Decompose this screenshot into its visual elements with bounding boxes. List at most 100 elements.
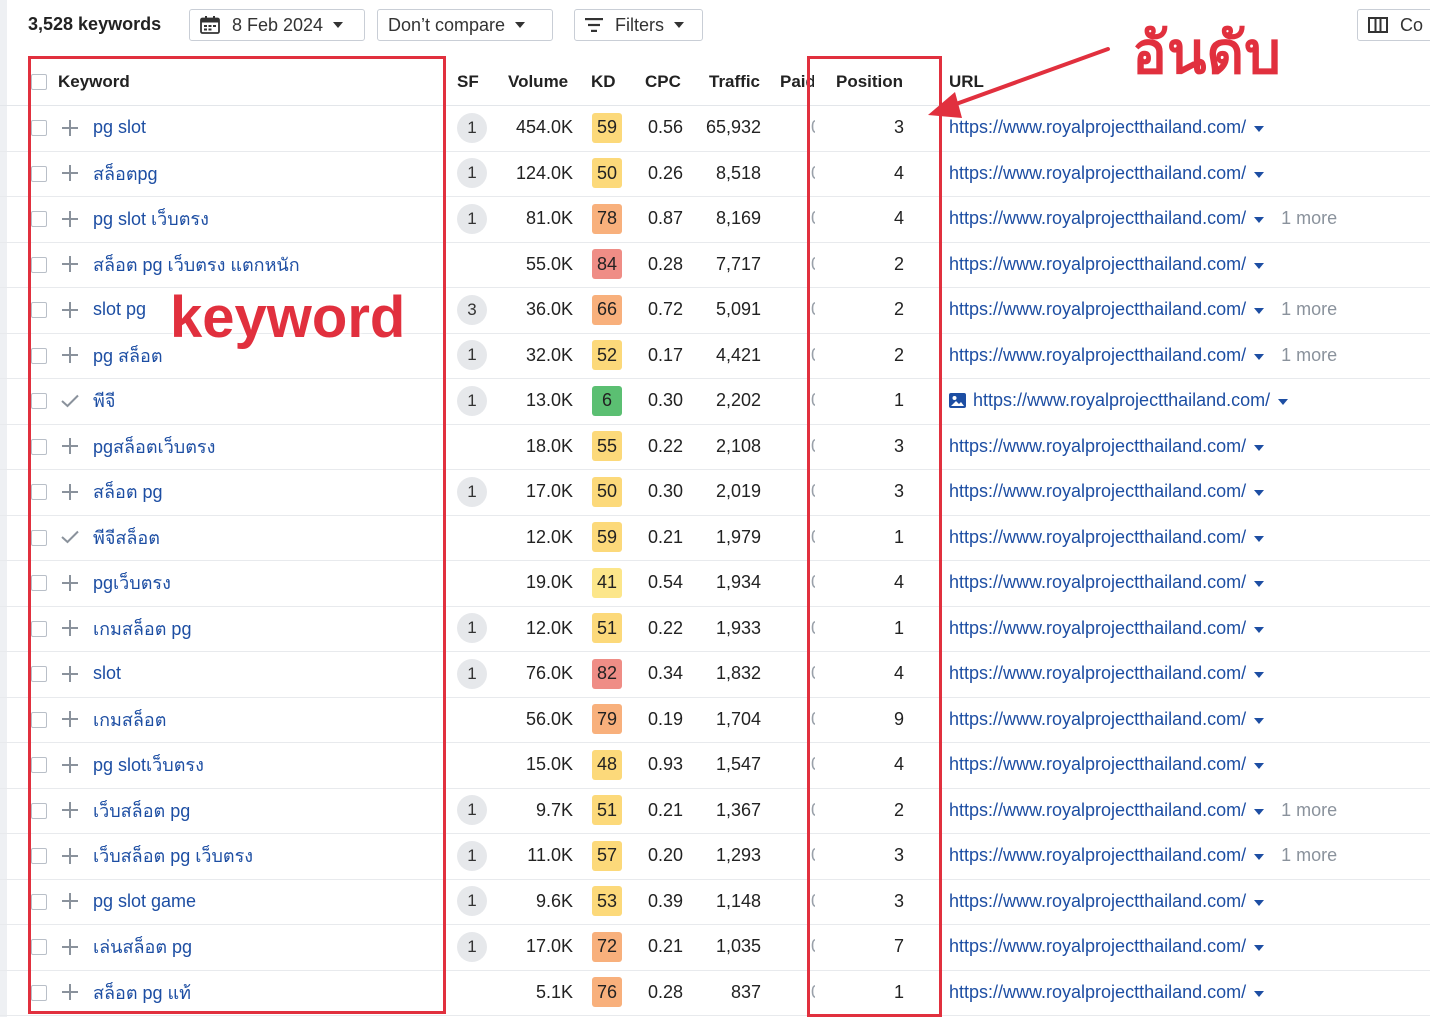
table-row[interactable]: slot176.0K820.341,83204https://www.royal…	[0, 651, 1430, 698]
check-icon[interactable]	[60, 515, 80, 560]
select-all-checkbox[interactable]	[31, 74, 47, 90]
url-link[interactable]: https://www.royalprojectthailand.com/	[949, 117, 1246, 138]
row-checkbox[interactable]	[31, 848, 47, 864]
column-header-paid[interactable]: Paid	[780, 72, 814, 92]
url-link[interactable]: https://www.royalprojectthailand.com/	[949, 754, 1246, 775]
url-dropdown-icon[interactable]	[1254, 945, 1265, 951]
row-checkbox[interactable]	[31, 757, 47, 773]
column-header-traffic[interactable]: Traffic	[709, 72, 760, 92]
add-keyword-icon[interactable]	[60, 833, 80, 878]
keyword-link[interactable]: slot	[93, 651, 121, 696]
keyword-link[interactable]: เว็บสล็อต pg	[93, 788, 190, 833]
keyword-link[interactable]: สล็อต pg	[93, 469, 163, 514]
url-dropdown-icon[interactable]	[1254, 808, 1265, 815]
table-row[interactable]: pg slot1454.0K590.5665,93203https://www.…	[0, 105, 1430, 152]
table-row[interactable]: เล่นสล็อต pg117.0K720.211,03507https://w…	[0, 924, 1430, 971]
more-urls-link[interactable]: 1 more	[1281, 845, 1337, 866]
add-keyword-icon[interactable]	[60, 742, 80, 787]
table-row[interactable]: เกมสล็อต pg112.0K510.221,93301https://ww…	[0, 606, 1430, 652]
column-header-keyword[interactable]: Keyword	[58, 72, 130, 92]
url-dropdown-icon[interactable]	[1254, 763, 1265, 769]
url-dropdown-icon[interactable]	[1254, 308, 1265, 314]
keyword-link[interactable]: สล็อต pg แท้	[93, 970, 191, 1015]
table-row[interactable]: พีจีสล็อต 12.0K 59 0.21 1,979 0 1 https://www.r…	[0, 515, 1430, 561]
keyword-link[interactable]: pg slotเว็บตรง	[93, 742, 204, 787]
url-dropdown-icon[interactable]	[1254, 171, 1265, 178]
row-checkbox[interactable]	[31, 256, 47, 273]
column-header-url[interactable]: URL	[949, 72, 984, 92]
url-link[interactable]: https://www.royalprojectthailand.com/	[949, 709, 1246, 730]
url-dropdown-icon[interactable]	[1254, 217, 1265, 223]
row-checkbox[interactable]	[31, 802, 47, 819]
table-row[interactable]: pg slot เว็บตรง181.0K780.878,16904https:…	[0, 196, 1430, 243]
url-dropdown-icon[interactable]	[1254, 490, 1265, 496]
add-keyword-icon[interactable]	[60, 879, 80, 924]
row-checkbox[interactable]	[31, 711, 47, 728]
keyword-link[interactable]: พีจีสล็อต	[93, 515, 160, 560]
add-keyword-icon[interactable]	[60, 697, 80, 742]
url-dropdown-icon[interactable]	[1254, 672, 1265, 678]
url-dropdown-icon[interactable]	[1254, 581, 1265, 587]
compare-dropdown[interactable]: Don’t compare	[377, 9, 553, 41]
row-checkbox[interactable]	[31, 438, 47, 455]
column-header-sf[interactable]: SF	[457, 72, 479, 92]
date-picker-button[interactable]: 8 Feb 2024	[189, 9, 365, 41]
url-link[interactable]: https://www.royalprojectthailand.com/	[949, 618, 1246, 639]
url-link[interactable]: https://www.royalprojectthailand.com/	[973, 390, 1270, 411]
table-row[interactable]: สล็อต pg เว็บตรง แตกหนัก 55.0K 84 0.28 7,717…	[0, 242, 1430, 288]
url-link[interactable]: https://www.royalprojectthailand.com/	[949, 800, 1246, 821]
row-checkbox[interactable]	[31, 620, 47, 637]
table-row[interactable]: pgเว็บตรง 19.0K 41 0.54 1,934 0 4 https://www.r…	[0, 560, 1430, 607]
url-dropdown-icon[interactable]	[1254, 717, 1265, 724]
keyword-link[interactable]: pgสล็อตเว็บตรง	[93, 424, 215, 469]
keyword-link[interactable]: pg slot	[93, 105, 146, 150]
add-keyword-icon[interactable]	[60, 560, 80, 605]
table-row[interactable]: pg slotเว็บตรง 15.0K 48 0.93 1,547 0 4 https://…	[0, 742, 1430, 789]
url-link[interactable]: https://www.royalprojectthailand.com/	[949, 481, 1246, 502]
more-urls-link[interactable]: 1 more	[1281, 800, 1337, 821]
more-urls-link[interactable]: 1 more	[1281, 208, 1337, 229]
url-link[interactable]: https://www.royalprojectthailand.com/	[949, 663, 1246, 684]
row-checkbox[interactable]	[31, 302, 47, 318]
add-keyword-icon[interactable]	[60, 196, 80, 241]
row-checkbox[interactable]	[31, 347, 47, 364]
url-link[interactable]: https://www.royalprojectthailand.com/	[949, 845, 1246, 866]
url-link[interactable]: https://www.royalprojectthailand.com/	[949, 891, 1246, 912]
keyword-link[interactable]: pg สล็อต	[93, 333, 163, 378]
columns-button[interactable]: Co	[1357, 9, 1430, 41]
url-dropdown-icon[interactable]	[1254, 535, 1265, 542]
add-keyword-icon[interactable]	[60, 788, 80, 833]
url-dropdown-icon[interactable]	[1254, 444, 1265, 451]
url-link[interactable]: https://www.royalprojectthailand.com/	[949, 936, 1246, 957]
url-link[interactable]: https://www.royalprojectthailand.com/	[949, 299, 1246, 320]
table-row[interactable]: สล็อต pg117.0K500.302,01903https://www.r…	[0, 469, 1430, 516]
url-link[interactable]: https://www.royalprojectthailand.com/	[949, 163, 1246, 184]
url-link[interactable]: https://www.royalprojectthailand.com/	[949, 208, 1246, 229]
keyword-link[interactable]: เล่นสล็อต pg	[93, 924, 192, 969]
url-dropdown-icon[interactable]	[1254, 854, 1265, 860]
add-keyword-icon[interactable]	[60, 606, 80, 651]
add-keyword-icon[interactable]	[60, 287, 80, 332]
keyword-link[interactable]: พีจี	[93, 378, 115, 423]
row-checkbox[interactable]	[31, 211, 47, 227]
table-row[interactable]: pgสล็อตเว็บตรง 18.0K 55 0.22 2,108 0 3 https://…	[0, 424, 1430, 470]
row-checkbox[interactable]	[31, 984, 47, 1001]
keyword-link[interactable]: เกมสล็อต pg	[93, 606, 191, 651]
url-dropdown-icon[interactable]	[1254, 990, 1265, 997]
table-row[interactable]: เว็บสล็อต pg19.7K510.211,36702https://ww…	[0, 788, 1430, 834]
table-row[interactable]: เว็บสล็อต pg เว็บตรง111.0K570.201,29303h…	[0, 833, 1430, 880]
add-keyword-icon[interactable]	[60, 151, 80, 196]
column-header-position[interactable]: Position	[836, 72, 903, 92]
url-link[interactable]: https://www.royalprojectthailand.com/	[949, 436, 1246, 457]
row-checkbox[interactable]	[31, 484, 47, 500]
keyword-link[interactable]: pgเว็บตรง	[93, 560, 171, 605]
filters-button[interactable]: Filters	[574, 9, 703, 41]
column-header-volume[interactable]: Volume	[508, 72, 568, 92]
add-keyword-icon[interactable]	[60, 105, 80, 150]
row-checkbox[interactable]	[31, 893, 47, 910]
keyword-link[interactable]: pg slot game	[93, 879, 196, 924]
url-link[interactable]: https://www.royalprojectthailand.com/	[949, 527, 1246, 548]
keyword-link[interactable]: slot pg	[93, 287, 146, 332]
row-checkbox[interactable]	[31, 575, 47, 591]
row-checkbox[interactable]	[31, 666, 47, 682]
